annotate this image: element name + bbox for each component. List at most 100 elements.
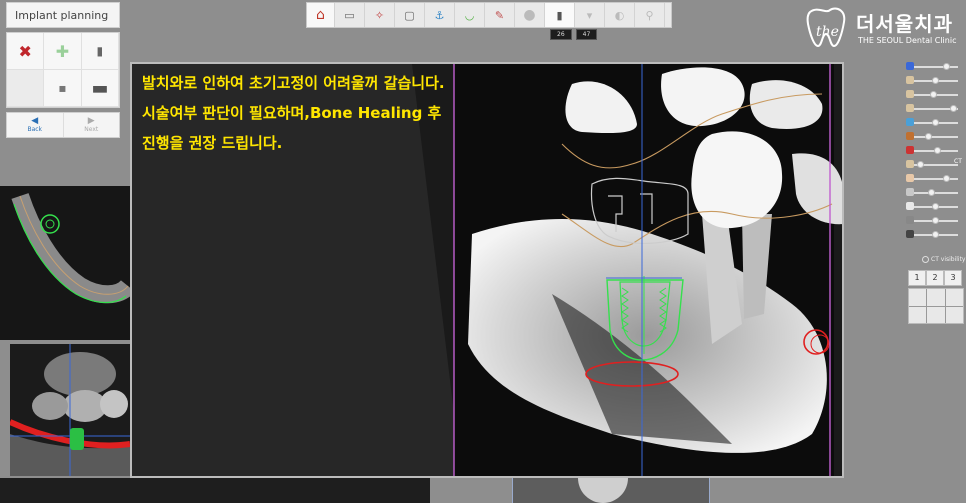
add-icon: ✚: [55, 41, 70, 61]
nerve-step-button[interactable]: ✧: [365, 3, 395, 27]
note-line-2: 시술여부 판단이 필요하며,Bone Healing 후: [142, 104, 442, 122]
svg-text:the: the: [816, 24, 839, 40]
panorama-step-button[interactable]: ▭: [335, 3, 365, 27]
crown-icon: ●: [523, 7, 536, 23]
slider-track[interactable]: [910, 178, 958, 180]
tooth-number-tabs: 26 47: [550, 29, 598, 40]
view-mode-button[interactable]: [909, 289, 927, 306]
clinical-note: 발치와로 인하여 초기고정이 어려울꺼 갈습니다. 시술여부 판단이 필요하며,…: [142, 68, 562, 158]
view-mode-button[interactable]: [945, 306, 963, 323]
arch-icon: ◡: [464, 8, 475, 22]
arch-step-button[interactable]: ◡: [455, 3, 485, 27]
abutment-step-icon: ▾: [586, 8, 593, 22]
view-mode-button[interactable]: [927, 306, 945, 323]
visibility-slider[interactable]: [888, 172, 964, 186]
slider-knob[interactable]: [943, 63, 950, 70]
delete-implant-button[interactable]: ✖: [7, 33, 45, 70]
back-button[interactable]: ◀ Back: [7, 113, 63, 137]
tooth-label-26[interactable]: 26: [550, 29, 572, 40]
visibility-slider[interactable]: [888, 116, 964, 130]
view-mode-grid: [908, 288, 964, 324]
guide-step-button[interactable]: ⚲: [635, 3, 665, 27]
slider-track[interactable]: [910, 66, 958, 68]
slider-knob[interactable]: [934, 147, 942, 154]
layer-icon: [906, 118, 914, 126]
slider-knob[interactable]: [916, 161, 924, 168]
nerve-icon: ✧: [374, 8, 385, 22]
implant-library-step-button[interactable]: ⚓: [425, 3, 455, 27]
layer-icon: [906, 202, 914, 210]
view-mode-button[interactable]: [909, 306, 927, 323]
layer-icon: [906, 90, 914, 98]
abutment-icon: ▪: [58, 81, 67, 95]
slider-knob[interactable]: [927, 189, 935, 196]
slider-knob[interactable]: [949, 105, 957, 112]
slider-knob[interactable]: [932, 77, 939, 84]
visibility-slider[interactable]: [888, 130, 964, 144]
visibility-slider[interactable]: [888, 186, 964, 200]
layer-icon: [906, 146, 914, 154]
implant-library-icon: ⚓: [434, 8, 445, 22]
view-tab-3[interactable]: 3: [944, 270, 962, 286]
next-label: Next: [84, 126, 99, 133]
slider-knob[interactable]: [925, 133, 933, 140]
panorama-icon: ▭: [344, 8, 355, 22]
abutment-step-button[interactable]: ▾: [575, 3, 605, 27]
ct-visibility-toggle[interactable]: CT visibility: [922, 256, 966, 263]
panoramic-view[interactable]: [10, 344, 130, 476]
home-icon: ⌂: [316, 7, 325, 23]
visibility-slider[interactable]: [888, 144, 964, 158]
view-layout-tabs: 1 2 3: [908, 270, 962, 286]
slider-knob[interactable]: [932, 217, 939, 224]
abutment-button[interactable]: ▪: [44, 70, 82, 107]
sleeve-button[interactable]: ▬: [81, 70, 119, 107]
bottom-view-strip: [0, 478, 430, 503]
crown-step-button[interactable]: ●: [515, 3, 545, 27]
home-button[interactable]: ⌂: [307, 3, 335, 27]
ct-visibility-label: CT visibility: [931, 256, 966, 263]
back-label: Back: [27, 126, 43, 133]
visibility-slider[interactable]: [888, 200, 964, 214]
view-tab-1[interactable]: 1: [908, 270, 926, 286]
implant-step-button[interactable]: ▮: [545, 3, 575, 27]
visibility-slider[interactable]: [888, 74, 964, 88]
ct-visibility-radio-icon: [922, 256, 929, 263]
next-button[interactable]: ▶ Next: [62, 113, 120, 137]
layer-icon: [906, 132, 914, 140]
visibility-slider[interactable]: [888, 228, 964, 242]
slider-knob[interactable]: [943, 175, 950, 182]
view-mode-button[interactable]: [927, 289, 945, 306]
layer-icon: [906, 216, 914, 224]
implant-step-icon: ▮: [556, 8, 563, 22]
sleeve-icon: ▬: [91, 77, 109, 99]
visibility-slider[interactable]: [888, 102, 964, 116]
slider-knob[interactable]: [932, 231, 939, 238]
view-mode-button[interactable]: [945, 289, 963, 306]
layer-icon: [906, 62, 914, 70]
logo-korean-name: 더서울치과: [856, 12, 953, 36]
note-line-3: 진행을 권장 드립니다.: [142, 134, 283, 152]
layer-icon: [906, 188, 914, 196]
implant-select-button[interactable]: ▮: [81, 33, 119, 70]
tooth-label-47[interactable]: 47: [575, 29, 598, 40]
slider-knob[interactable]: [929, 91, 937, 98]
guide-icon: ⚲: [645, 8, 654, 22]
sleeve-step-button[interactable]: ◐: [605, 3, 635, 27]
add-implant-button[interactable]: ✚: [44, 33, 82, 70]
visibility-slider[interactable]: [888, 214, 964, 228]
layer-icon: [906, 160, 914, 168]
visibility-slider[interactable]: [888, 158, 964, 172]
view-tab-2[interactable]: 2: [926, 270, 944, 286]
slider-track[interactable]: [910, 136, 958, 138]
logo-english-name: THE SEOUL Dental Clinic: [858, 36, 957, 45]
visibility-slider[interactable]: [888, 88, 964, 102]
bone-step-button[interactable]: ✎: [485, 3, 515, 27]
arch-axial-view[interactable]: [0, 186, 136, 340]
next-arrow-icon: ▶: [87, 116, 95, 126]
slider-knob[interactable]: [932, 119, 939, 126]
visibility-slider[interactable]: [888, 60, 964, 74]
slider-knob[interactable]: [932, 203, 939, 210]
cross-section-step-button[interactable]: ▢: [395, 3, 425, 27]
layer-icon: [906, 104, 914, 112]
tooth-logo-icon: the: [806, 7, 846, 48]
